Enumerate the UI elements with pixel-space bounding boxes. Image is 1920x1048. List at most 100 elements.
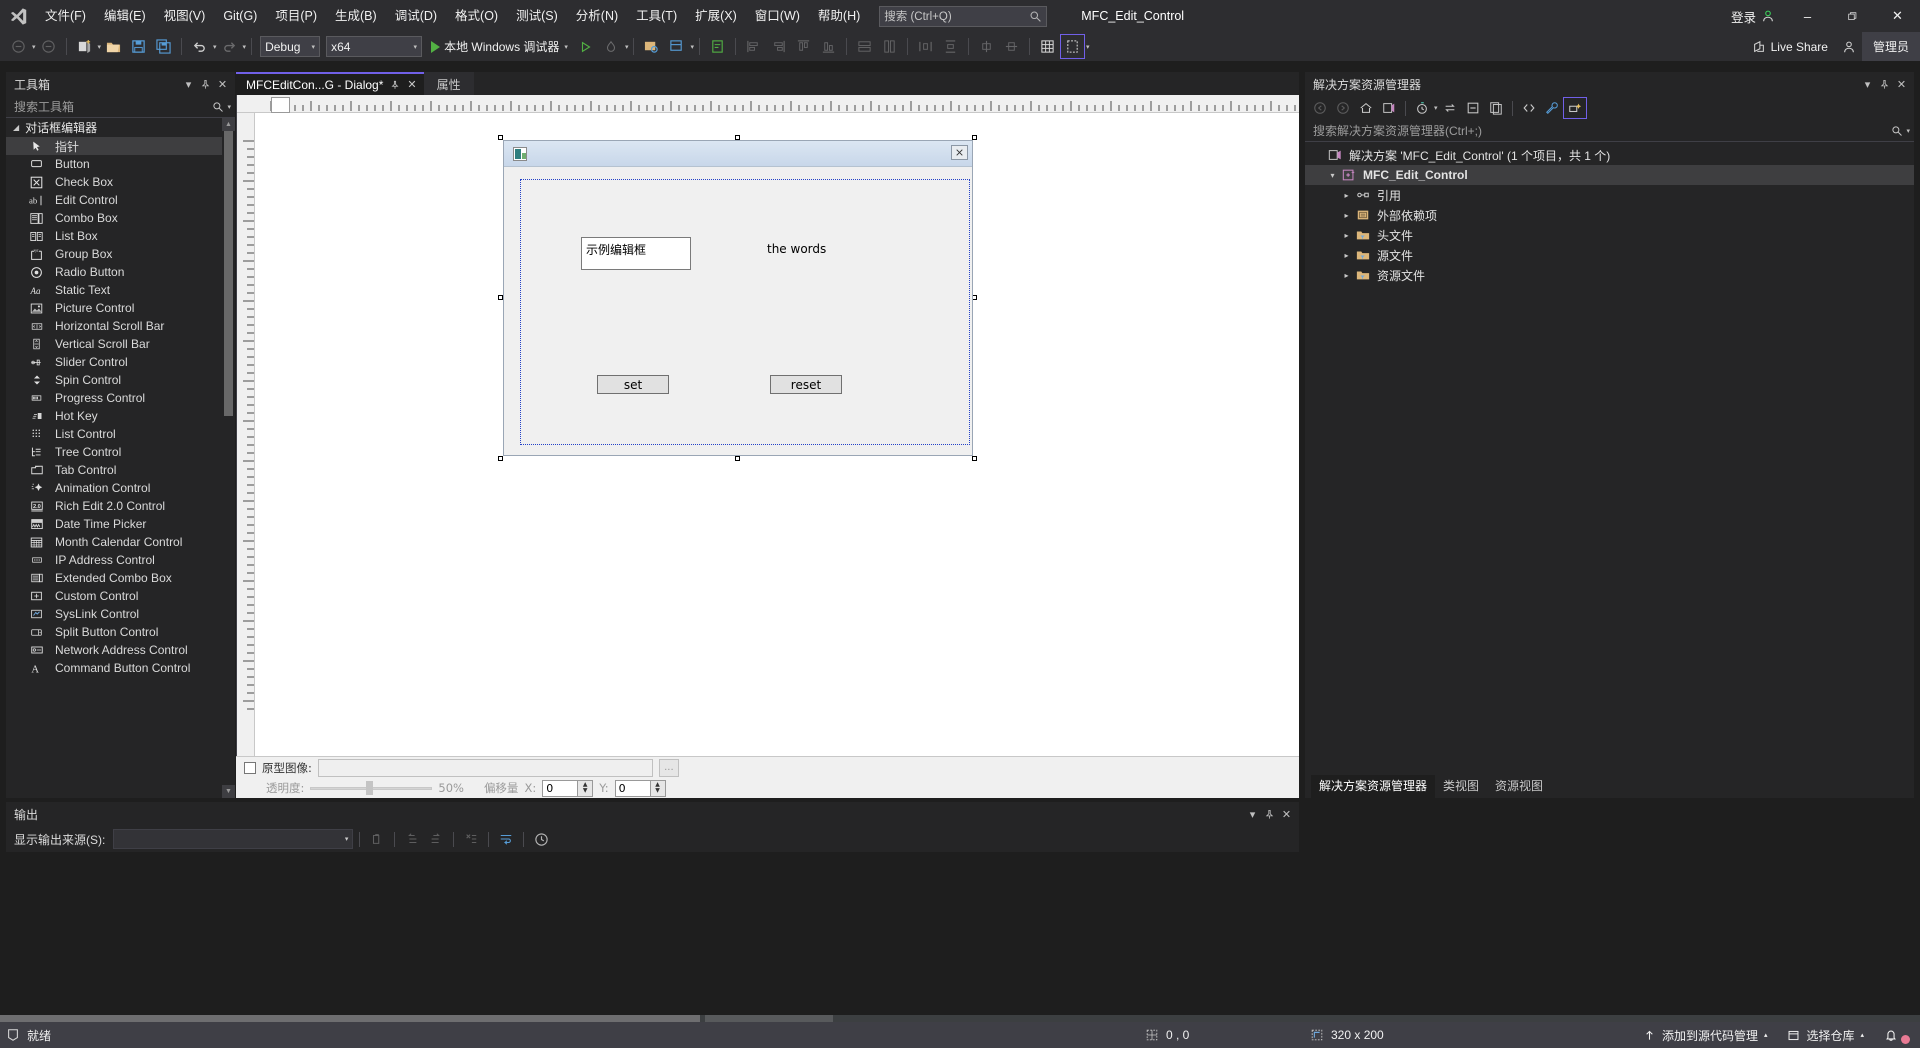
menu-item-project[interactable]: 项目(P): [266, 0, 326, 32]
dialog-close-button[interactable]: [951, 145, 968, 160]
align-bottoms-icon[interactable]: [817, 35, 840, 58]
toolbox-item-command-button-control[interactable]: A Command Button Control: [6, 659, 235, 677]
hot-reload-icon[interactable]: [600, 35, 623, 58]
resize-handle-se[interactable]: [972, 456, 977, 461]
solution-configuration-combo[interactable]: Debug ▾: [260, 36, 321, 57]
view-code-icon[interactable]: [1518, 98, 1540, 118]
close-icon[interactable]: ✕: [1278, 806, 1295, 823]
toolbox-item-list-box[interactable]: List Box: [6, 227, 235, 245]
start-without-debugging-icon[interactable]: [575, 35, 598, 58]
align-tops-icon[interactable]: [792, 35, 815, 58]
menu-item-build[interactable]: 生成(B): [326, 0, 386, 32]
add-to-source-control-button[interactable]: 添加到源代码管理 ▴: [1633, 1022, 1778, 1048]
tab-dialog-designer[interactable]: MFCEditCon...G - Dialog* ✕: [236, 72, 424, 95]
close-icon[interactable]: ✕: [1893, 76, 1910, 93]
dialog-client-area[interactable]: 示例编辑框 the words set reset: [504, 167, 972, 455]
align-lefts-icon[interactable]: [742, 35, 765, 58]
toggle-layout-icon[interactable]: [665, 35, 688, 58]
toolbox-item-extended-combo-box[interactable]: Extended Combo Box: [6, 569, 235, 587]
menu-item-git[interactable]: Git(G): [214, 0, 266, 32]
opacity-slider[interactable]: [310, 781, 433, 795]
expander-icon[interactable]: ▾: [1325, 171, 1340, 180]
output-source-combo[interactable]: ▾: [113, 829, 354, 849]
dialog-edit-control[interactable]: 示例编辑框: [581, 237, 691, 270]
toolbox-item-radio-button[interactable]: Radio Button: [6, 263, 235, 281]
center-horizontally-icon[interactable]: [975, 35, 998, 58]
toggle-word-wrap-icon[interactable]: [495, 828, 517, 850]
offset-x-stepper[interactable]: ▲▼: [542, 779, 594, 797]
menu-item-analyze[interactable]: 分析(N): [567, 0, 627, 32]
toggle-grid-icon[interactable]: [1036, 35, 1059, 58]
spinner-arrows-icon[interactable]: ▲ ▼: [578, 779, 594, 797]
expander-icon[interactable]: ▸: [1339, 231, 1354, 240]
search-options-caret-icon[interactable]: ▾: [1906, 127, 1910, 135]
hot-reload-caret-icon[interactable]: ▾: [625, 43, 629, 51]
notifications-button[interactable]: [1874, 1022, 1920, 1048]
pin-icon[interactable]: [1261, 806, 1278, 823]
toolbox-item-syslink-control[interactable]: SysLink Control: [6, 605, 235, 623]
show-timestamps-icon[interactable]: [530, 828, 552, 850]
forward-icon[interactable]: [1332, 98, 1354, 118]
chevron-down-icon[interactable]: ▾: [180, 76, 197, 93]
resize-handle-sw[interactable]: [498, 456, 503, 461]
home-icon[interactable]: [1355, 98, 1377, 118]
toolbox-item-static-text[interactable]: Aa Static Text: [6, 281, 235, 299]
clear-all-icon[interactable]: [460, 828, 482, 850]
navigate-forward-icon[interactable]: [37, 35, 60, 58]
pending-changes-icon[interactable]: [1411, 98, 1433, 118]
toolbox-item-spin-control[interactable]: Spin Control: [6, 371, 235, 389]
menu-item-edit[interactable]: 编辑(E): [95, 0, 155, 32]
menu-item-window[interactable]: 窗口(W): [746, 0, 809, 32]
test-explorer-icon[interactable]: [706, 35, 729, 58]
offset-y-stepper[interactable]: ▲▼: [614, 779, 666, 797]
back-icon[interactable]: [1309, 98, 1331, 118]
toolbox-item-hot-key[interactable]: Hot Key: [6, 407, 235, 425]
solution-tree-node[interactable]: ▸ 资源文件: [1305, 265, 1914, 285]
dialog-selection-frame[interactable]: 示例编辑框 the words set reset: [498, 135, 978, 461]
menu-item-extensions[interactable]: 扩展(X): [686, 0, 746, 32]
toggle-guides-icon[interactable]: [1059, 34, 1085, 59]
menu-item-help[interactable]: 帮助(H): [809, 0, 869, 32]
expander-icon[interactable]: ▸: [1339, 211, 1354, 220]
tab-properties[interactable]: 属性: [423, 72, 474, 95]
live-share-button[interactable]: Live Share: [1743, 40, 1837, 54]
toolbox-item-animation-control[interactable]: Animation Control: [6, 479, 235, 497]
dialog-reset-button[interactable]: reset: [770, 375, 842, 394]
close-button[interactable]: ✕: [1875, 0, 1920, 32]
new-project-caret-icon[interactable]: ▾: [98, 43, 102, 51]
pin-icon[interactable]: [390, 80, 400, 90]
go-to-next-message-icon[interactable]: [425, 828, 447, 850]
expander-icon[interactable]: ▸: [1339, 251, 1354, 260]
slider-thumb[interactable]: [366, 781, 374, 795]
select-repository-button[interactable]: 选择仓库 ▴: [1777, 1022, 1874, 1048]
toolbox-item-check-box[interactable]: Check Box: [6, 173, 235, 191]
find-message-icon[interactable]: [366, 828, 388, 850]
new-project-icon[interactable]: [73, 35, 96, 58]
toolbox-item-month-calendar-control[interactable]: Month Calendar Control: [6, 533, 235, 551]
redo-caret-icon[interactable]: ▾: [243, 43, 247, 51]
scrollbar-thumb[interactable]: [224, 131, 233, 416]
designer-canvas[interactable]: 示例编辑框 the words set reset: [255, 113, 1299, 756]
show-all-files-icon[interactable]: [1485, 98, 1507, 118]
minimize-button[interactable]: –: [1785, 0, 1830, 32]
save-icon[interactable]: [127, 35, 150, 58]
toolbox-scrollbar[interactable]: ▲ ▼: [222, 118, 235, 798]
resize-handle-s[interactable]: [735, 456, 740, 461]
toolbox-item-edit-control[interactable]: ab Edit Control: [6, 191, 235, 209]
toolbox-item-ip-address-control[interactable]: IP Address Control: [6, 551, 235, 569]
solution-explorer-search-input[interactable]: 搜索解决方案资源管理器(Ctrl+;) ▾: [1305, 120, 1914, 142]
toolbox-item-picture-control[interactable]: Picture Control: [6, 299, 235, 317]
toolbox-item-group-box[interactable]: xyz Group Box: [6, 245, 235, 263]
undo-caret-icon[interactable]: ▾: [213, 43, 217, 51]
toolbox-item-slider-control[interactable]: Slider Control: [6, 353, 235, 371]
make-same-width-icon[interactable]: [853, 35, 876, 58]
collapse-all-icon[interactable]: [1462, 98, 1484, 118]
prototype-image-checkbox[interactable]: [244, 761, 256, 774]
toolbox-item-rich-edit-2-0-control[interactable]: 2.0 Rich Edit 2.0 Control: [6, 497, 235, 515]
go-to-previous-message-icon[interactable]: [401, 828, 423, 850]
align-rights-icon[interactable]: [767, 35, 790, 58]
menu-item-test[interactable]: 测试(S): [507, 0, 567, 32]
toggle-layout-caret-icon[interactable]: ▾: [690, 43, 694, 51]
dialog-designer-surface[interactable]: 示例编辑框 the words set reset: [236, 95, 1299, 756]
toolbox-item-custom-control[interactable]: Custom Control: [6, 587, 235, 605]
